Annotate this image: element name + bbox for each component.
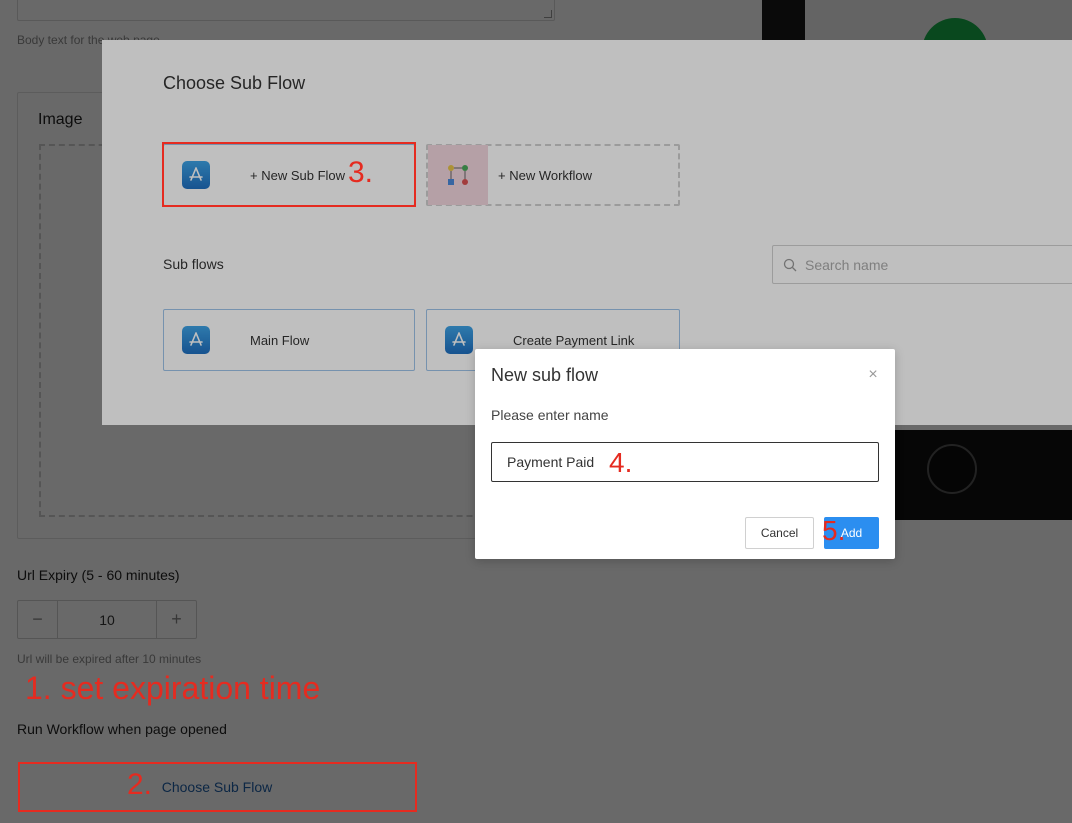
dialog-title: New sub flow (491, 365, 599, 385)
cancel-button[interactable]: Cancel (745, 517, 814, 549)
annotation-box-choose-sub-flow (18, 762, 417, 812)
annotation-step-5: 5. (822, 515, 846, 546)
annotation-step-3: 3. (348, 156, 374, 189)
annotation-box-new-sub-flow (162, 142, 416, 207)
annotation-step-1: 1. set expiration time (25, 670, 321, 706)
sub-flow-name-field[interactable] (491, 442, 879, 482)
name-prompt: Please enter name (491, 407, 609, 423)
close-icon[interactable]: × (865, 367, 881, 383)
annotation-step-4: 4. (609, 447, 633, 478)
annotation-step-2: 2. (127, 768, 153, 801)
